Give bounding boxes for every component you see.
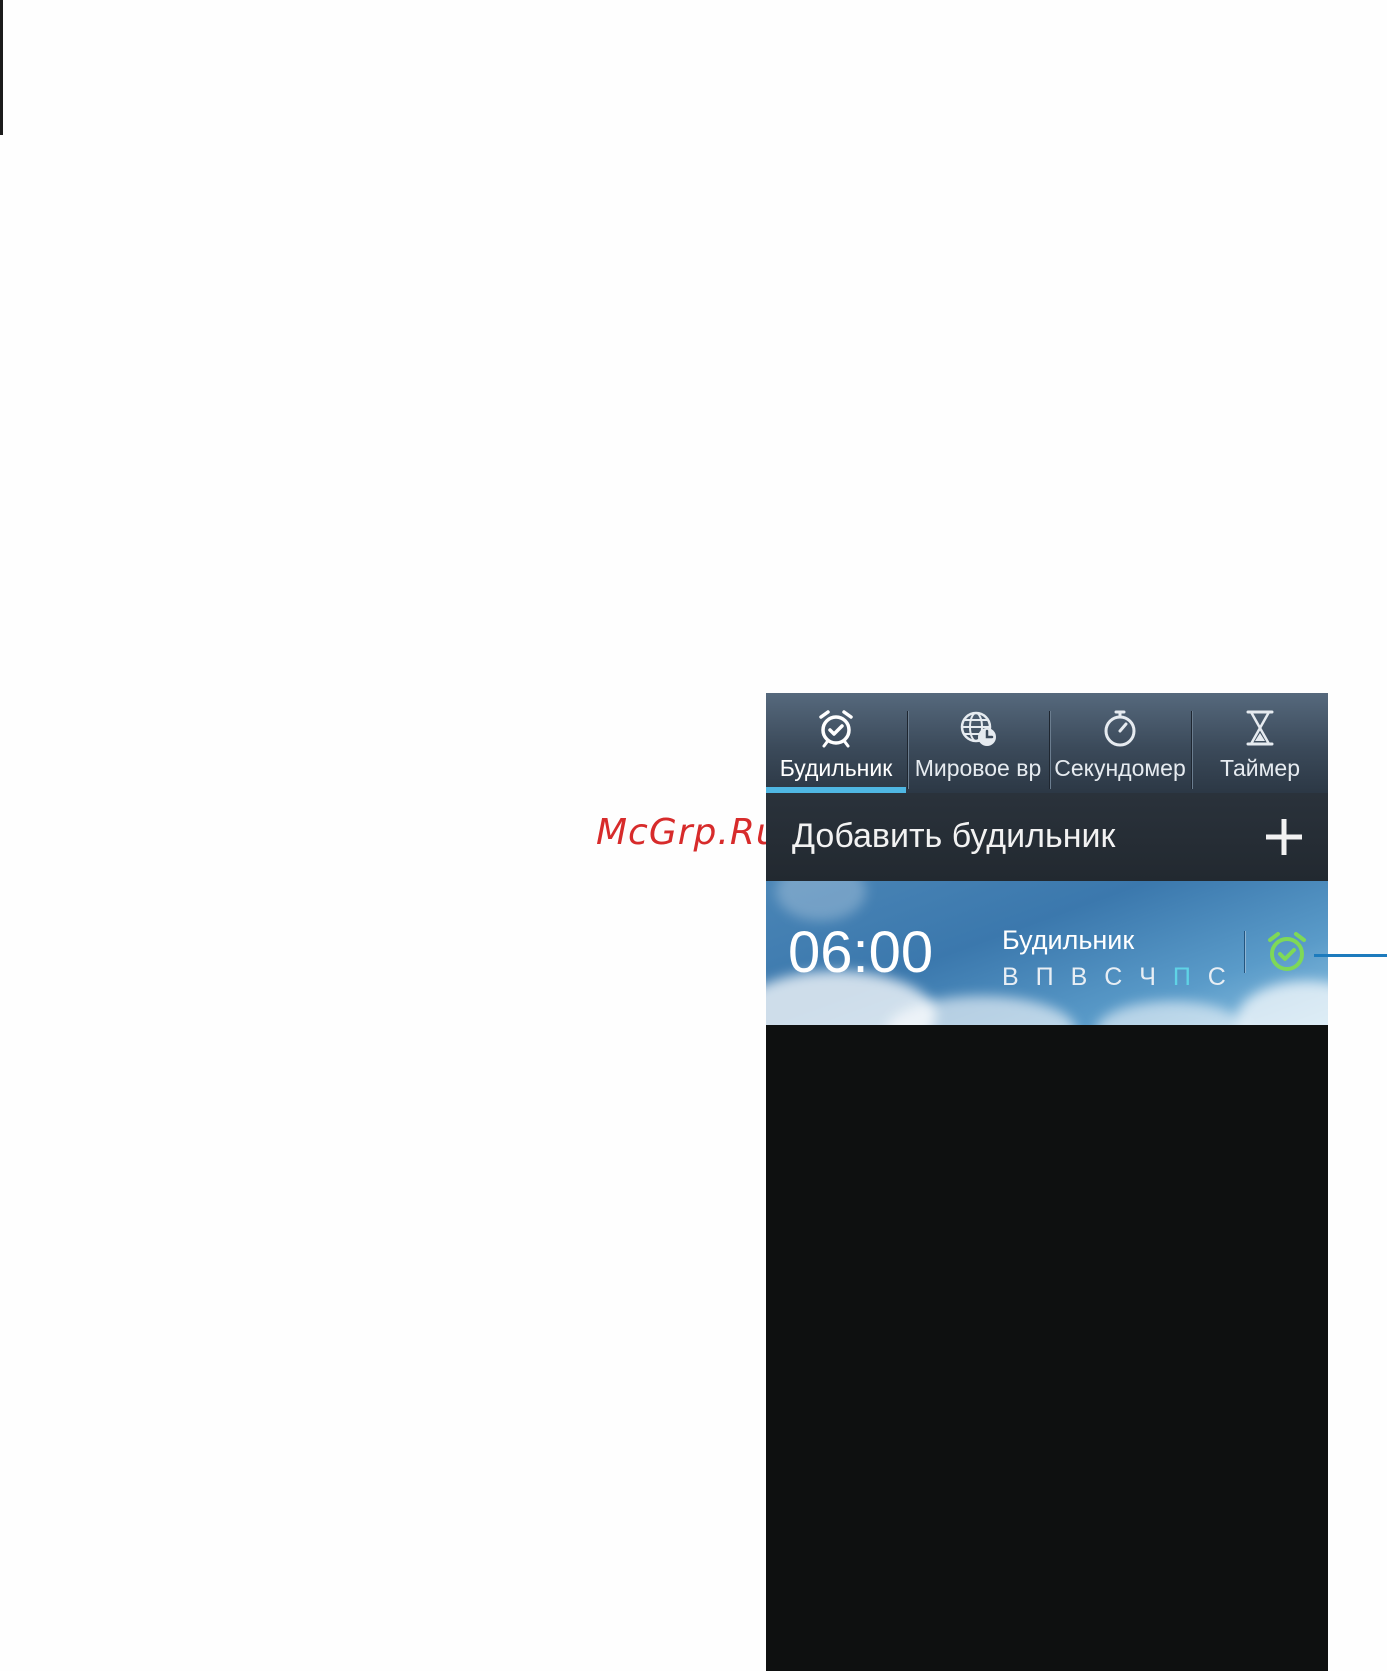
day-letter: В — [1070, 963, 1093, 991]
add-alarm-label: Добавить будильник — [792, 817, 1116, 855]
day-letter: В — [1002, 963, 1024, 991]
alarm-repeat-days: В П В С Ч П С — [1002, 963, 1231, 992]
tab-timer[interactable]: Таймер — [1192, 693, 1328, 793]
tab-label: Таймер — [1219, 755, 1301, 781]
alarm-list-item[interactable]: 06:00 Будильник В П В С Ч П С — [766, 881, 1328, 1025]
tab-world-clock[interactable]: Мировое вр — [908, 693, 1048, 793]
alarm-name: Будильник — [1002, 925, 1135, 955]
world-clock-icon — [960, 711, 996, 746]
plus-icon — [1266, 819, 1302, 855]
cloud-decoration — [1096, 1001, 1246, 1025]
tab-alarm[interactable]: Будильник — [766, 693, 906, 793]
day-letter-highlighted: П — [1172, 963, 1196, 991]
add-alarm-button[interactable]: Добавить будильник — [766, 793, 1328, 881]
alarm-clock-icon — [819, 710, 853, 748]
day-letter: П — [1035, 963, 1059, 991]
page-edge-line — [0, 0, 3, 135]
tab-stopwatch[interactable]: Секундомер — [1050, 693, 1190, 793]
clock-app-screen: Будильник Мировое вр Секундомер Таймер Д… — [766, 693, 1328, 1671]
toggle-separator — [1244, 931, 1245, 973]
tab-label: Будильник — [779, 755, 893, 781]
watermark: McGrp.Ru — [596, 812, 780, 853]
hourglass-icon — [1246, 710, 1274, 746]
stopwatch-icon — [1104, 710, 1136, 747]
alarm-on-icon[interactable] — [1264, 929, 1310, 975]
tab-bar: Будильник Мировое вр Секундомер Таймер — [766, 693, 1328, 793]
day-letter: С — [1207, 963, 1231, 991]
day-letter: С — [1104, 963, 1128, 991]
day-letter: Ч — [1139, 963, 1161, 991]
tab-label: Секундомер — [1054, 755, 1186, 781]
cloud-decoration — [776, 881, 866, 921]
tab-label: Мировое вр — [914, 755, 1042, 781]
callout-line — [1314, 954, 1387, 957]
cloud-decoration — [1236, 981, 1328, 1025]
alarm-time: 06:00 — [788, 920, 934, 985]
